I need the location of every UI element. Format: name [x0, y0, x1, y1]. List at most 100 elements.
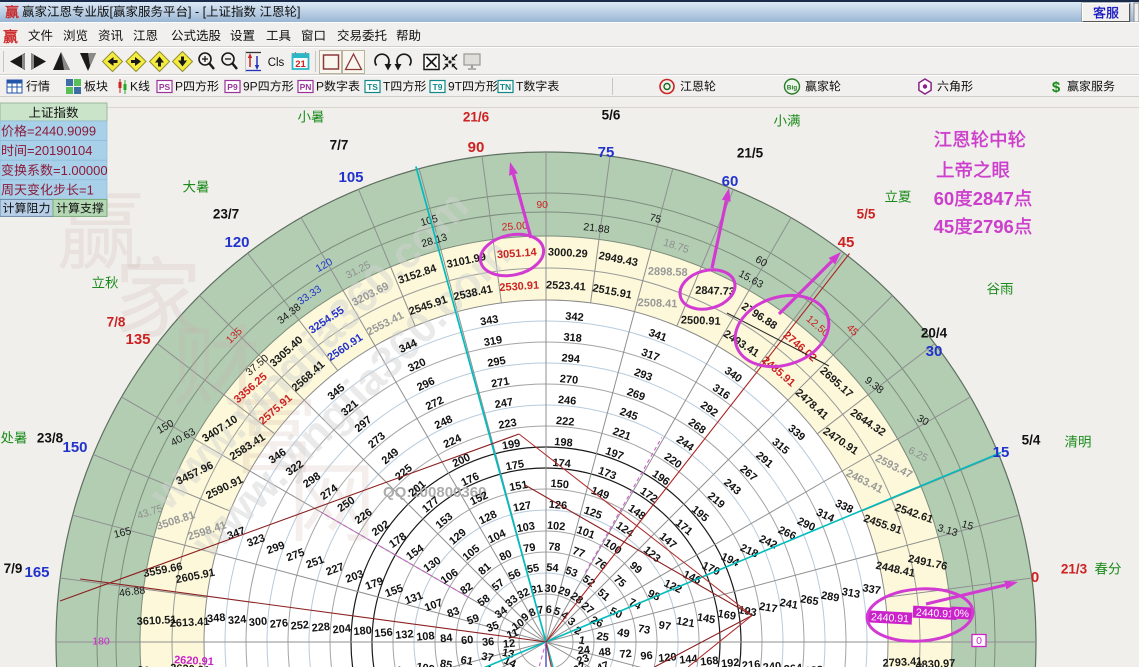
svg-text:5/6: 5/6	[602, 108, 621, 123]
svg-text:6: 6	[545, 604, 552, 616]
svg-text:270: 270	[559, 373, 578, 387]
svg-text:150: 150	[62, 439, 87, 456]
svg-text:78: 78	[548, 541, 561, 554]
svg-text:21/6: 21/6	[463, 110, 490, 125]
svg-text:120: 120	[658, 651, 677, 665]
svg-text:21/5: 21/5	[737, 146, 764, 161]
svg-text:] - [: ] - [	[188, 5, 207, 19]
svg-text:]: ]	[297, 5, 300, 19]
svg-text:276: 276	[269, 617, 288, 631]
svg-text:132: 132	[395, 628, 414, 642]
svg-text:23/7: 23/7	[213, 207, 239, 222]
svg-text:102: 102	[546, 520, 565, 534]
svg-text:222: 222	[556, 415, 575, 429]
svg-text:168: 168	[700, 655, 719, 667]
svg-text:120: 120	[224, 234, 249, 251]
svg-text:0: 0	[976, 635, 982, 647]
svg-text:7/7: 7/7	[330, 138, 349, 153]
svg-text:=1.00000: =1.00000	[53, 163, 108, 178]
svg-text:174: 174	[552, 457, 572, 471]
svg-text:150: 150	[550, 478, 569, 492]
svg-text:240: 240	[762, 660, 781, 667]
svg-text:60: 60	[461, 634, 474, 647]
svg-text:156: 156	[374, 627, 393, 641]
svg-text:4830.97: 4830.97	[915, 658, 955, 667]
svg-text:0: 0	[1031, 569, 1039, 586]
svg-text:9T: 9T	[448, 80, 463, 94]
svg-text:2508.41: 2508.41	[637, 297, 677, 310]
svg-text:96: 96	[640, 650, 653, 663]
svg-text:7/8: 7/8	[107, 315, 126, 330]
svg-text:85: 85	[439, 658, 453, 667]
svg-text:72: 72	[619, 648, 632, 661]
svg-text:P: P	[316, 80, 324, 94]
svg-text:73: 73	[637, 623, 651, 637]
svg-text:252: 252	[290, 619, 309, 633]
svg-text:T: T	[383, 80, 391, 94]
svg-text:PN: PN	[300, 82, 312, 92]
svg-text:20/4: 20/4	[921, 326, 948, 341]
svg-text:144: 144	[679, 653, 699, 667]
svg-text:=20190104: =20190104	[27, 143, 92, 158]
svg-text:48: 48	[598, 646, 611, 659]
svg-text:2613.41: 2613.41	[169, 616, 209, 630]
svg-text:=2440.9099: =2440.9099	[27, 124, 96, 139]
svg-text:2847.73: 2847.73	[695, 285, 735, 298]
svg-text:2847: 2847	[973, 188, 1014, 209]
svg-text:294: 294	[561, 352, 581, 366]
svg-text:$: $	[1052, 79, 1061, 96]
svg-text:5/4: 5/4	[1022, 433, 1041, 448]
svg-text:23/8: 23/8	[37, 431, 64, 446]
svg-text:105: 105	[338, 169, 363, 186]
svg-text:108: 108	[416, 630, 435, 644]
svg-text:25: 25	[596, 630, 610, 644]
svg-text:Cls: Cls	[268, 57, 285, 69]
svg-text:90: 90	[536, 199, 548, 211]
svg-text:24: 24	[577, 644, 591, 657]
svg-text:7/9: 7/9	[4, 561, 23, 576]
svg-text:PS: PS	[159, 82, 171, 92]
svg-text:45: 45	[934, 216, 955, 237]
svg-text:60: 60	[934, 188, 955, 209]
svg-text:204: 204	[332, 623, 352, 637]
svg-text:5/5: 5/5	[857, 207, 876, 222]
svg-text:45: 45	[838, 234, 855, 251]
svg-text:K: K	[130, 80, 138, 94]
svg-text:246: 246	[557, 394, 576, 408]
svg-text:P9: P9	[227, 82, 238, 92]
svg-text:P: P	[175, 80, 183, 94]
svg-text:30: 30	[544, 583, 557, 596]
svg-text:264: 264	[783, 662, 803, 667]
svg-text:2500.91: 2500.91	[681, 314, 721, 327]
svg-text:90: 90	[468, 139, 485, 156]
svg-text:61: 61	[460, 654, 474, 667]
svg-text:198: 198	[554, 436, 573, 450]
svg-text:3000.29: 3000.29	[548, 246, 588, 260]
svg-text:84: 84	[440, 632, 454, 645]
svg-text:342: 342	[565, 311, 584, 325]
svg-text:21: 21	[295, 59, 306, 70]
svg-text:60: 60	[722, 173, 739, 190]
svg-text:165: 165	[24, 564, 49, 581]
svg-text:54: 54	[546, 562, 560, 575]
svg-text:T: T	[516, 80, 524, 94]
svg-text:0%: 0%	[954, 607, 970, 620]
svg-text:21/3: 21/3	[1061, 562, 1088, 577]
svg-text:300: 300	[248, 616, 267, 630]
svg-text:Big: Big	[787, 85, 798, 92]
svg-text:30: 30	[926, 343, 943, 360]
svg-text:318: 318	[563, 331, 582, 345]
svg-text:=1: =1	[79, 182, 94, 197]
svg-text:TN: TN	[500, 82, 511, 92]
svg-text:15: 15	[993, 444, 1010, 461]
svg-text:2620.91: 2620.91	[174, 654, 214, 667]
svg-text:2898.58: 2898.58	[648, 266, 688, 279]
svg-text:2440.91: 2440.91	[916, 607, 955, 621]
svg-text:79: 79	[522, 541, 536, 555]
svg-text:TS: TS	[367, 82, 378, 92]
svg-text:126: 126	[548, 499, 567, 513]
svg-text:228: 228	[311, 621, 330, 635]
svg-text:216: 216	[742, 659, 761, 667]
svg-text:192: 192	[721, 657, 740, 667]
svg-text:25.00: 25.00	[501, 220, 528, 234]
